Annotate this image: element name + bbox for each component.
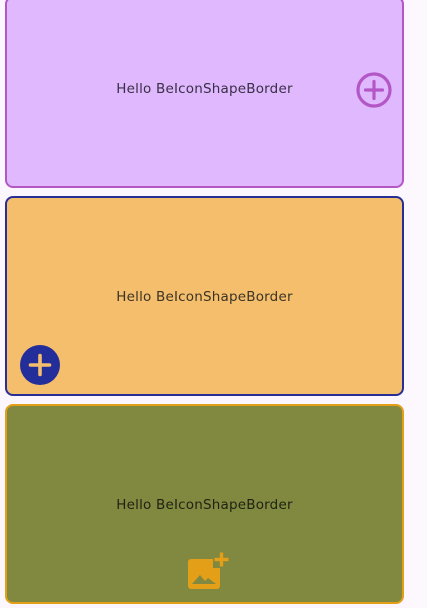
card-1[interactable]: Hello BeIconShapeBorder <box>5 0 404 188</box>
card-2[interactable]: Hello BeIconShapeBorder <box>5 196 404 396</box>
add-circle-outline-icon[interactable] <box>355 71 393 109</box>
scroll-edge <box>410 0 427 608</box>
card-1-label: Hello BeIconShapeBorder <box>116 81 293 97</box>
screen: Hello BeIconShapeBorder Hello BeIconShap… <box>0 0 427 608</box>
card-3[interactable]: Hello BeIconShapeBorder <box>5 404 404 604</box>
add-circle-filled-icon[interactable] <box>18 343 62 387</box>
card-3-label: Hello BeIconShapeBorder <box>116 497 293 513</box>
card-2-label: Hello BeIconShapeBorder <box>116 289 293 305</box>
add-photo-icon[interactable] <box>185 551 229 591</box>
